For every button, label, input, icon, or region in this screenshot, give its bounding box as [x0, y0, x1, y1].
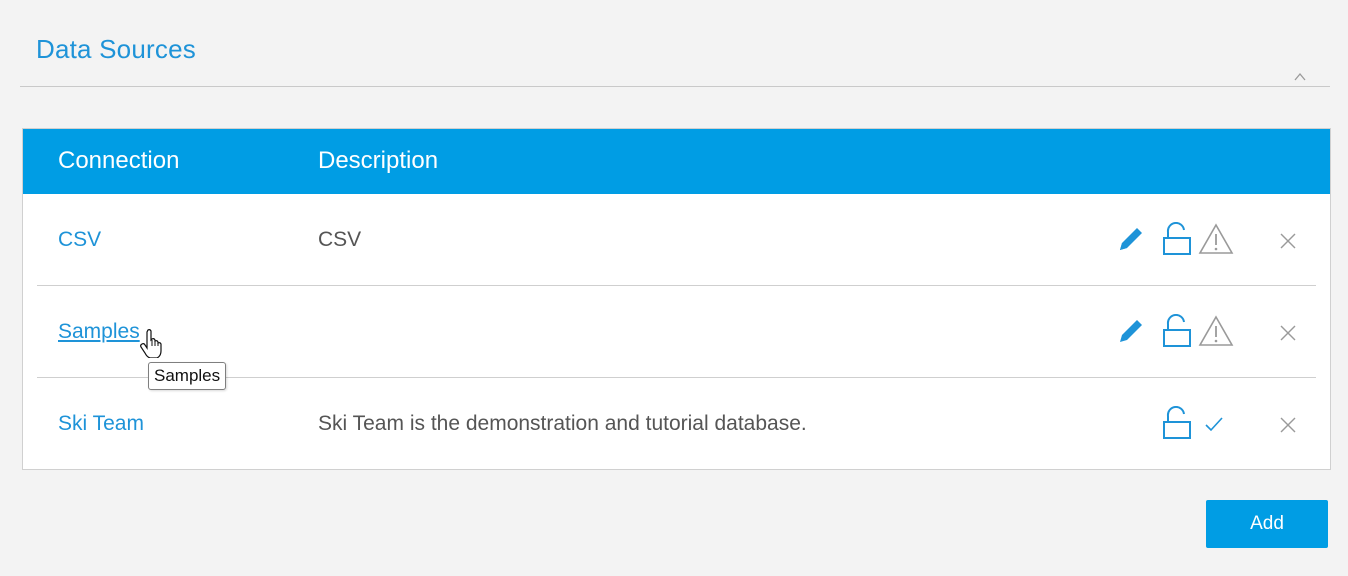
warning-icon[interactable] — [1198, 222, 1234, 256]
column-header-description: Description — [318, 147, 439, 174]
connections-table: Connection Description CSV CSV Samples S… — [22, 128, 1331, 470]
connection-description: CSV — [318, 228, 362, 251]
connection-link-samples[interactable]: Samples — [58, 320, 140, 344]
table-row: CSV CSV — [23, 194, 1330, 286]
table-row: Ski Team Ski Team is the demonstration a… — [23, 378, 1330, 469]
add-button[interactable]: Add — [1206, 500, 1328, 548]
column-header-connection: Connection — [58, 147, 180, 174]
unlock-icon[interactable] — [1162, 406, 1192, 440]
pencil-icon[interactable] — [1116, 224, 1146, 254]
check-icon[interactable] — [1204, 416, 1224, 432]
connection-link-ski-team[interactable]: Ski Team — [58, 412, 144, 436]
warning-icon[interactable] — [1198, 314, 1234, 348]
close-icon[interactable] — [1279, 232, 1297, 250]
panel-title: Data Sources — [36, 34, 196, 64]
data-sources-panel: Data Sources Connection Description CSV … — [0, 0, 1348, 576]
close-icon[interactable] — [1279, 324, 1297, 342]
pencil-icon[interactable] — [1116, 316, 1146, 346]
connection-link-csv[interactable]: CSV — [58, 228, 101, 252]
table-header: Connection Description — [23, 129, 1330, 194]
unlock-icon[interactable] — [1162, 222, 1192, 256]
hand-cursor-icon — [140, 328, 166, 363]
link-tooltip: Samples — [148, 362, 227, 390]
title-divider — [20, 86, 1330, 87]
unlock-icon[interactable] — [1162, 314, 1192, 348]
chevron-up-icon[interactable] — [1294, 70, 1306, 82]
connection-description: Ski Team is the demonstration and tutori… — [318, 412, 807, 435]
close-icon[interactable] — [1279, 416, 1297, 434]
